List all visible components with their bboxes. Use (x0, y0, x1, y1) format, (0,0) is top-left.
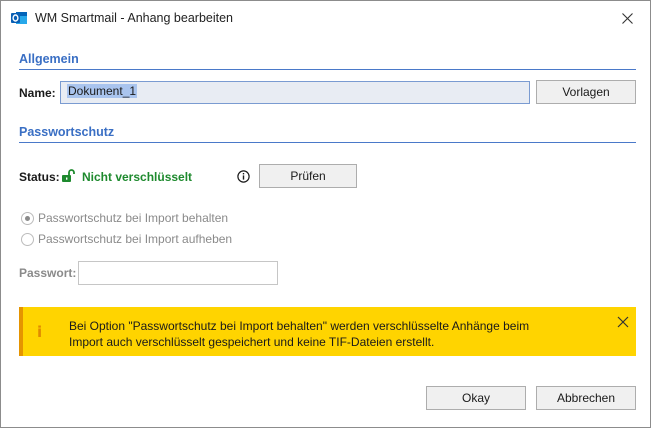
radio-remove-protection-label: Passwortschutz bei Import aufheben (38, 232, 233, 246)
banner-info-icon: i (37, 323, 43, 341)
unlocked-padlock-icon (62, 169, 75, 182)
radio-remove-protection[interactable]: Passwortschutz bei Import aufheben (21, 231, 232, 247)
info-banner: i Bei Option "Passwortschutz bei Import … (19, 307, 636, 356)
dialog-window: WM Smartmail - Anhang bearbeiten Allgeme… (0, 0, 651, 428)
radio-dot (25, 215, 30, 221)
window-title: WM Smartmail - Anhang bearbeiten (35, 11, 234, 25)
password-label: Passwort: (19, 266, 77, 280)
cancel-button[interactable]: Abbrechen (536, 386, 636, 410)
section-divider-password (19, 142, 636, 143)
banner-message-line-2: Import auch verschlüsselt gespeichert un… (69, 335, 435, 349)
outlook-app-icon (11, 12, 27, 24)
password-input[interactable] (78, 261, 278, 285)
name-label: Name: (19, 86, 56, 100)
window-close-button[interactable] (604, 1, 650, 35)
radio-keep-protection-label: Passwortschutz bei Import behalten (38, 211, 229, 225)
okay-button[interactable]: Okay (426, 386, 526, 410)
banner-message-line-1: Bei Option "Passwortschutz bei Import be… (69, 319, 530, 333)
banner-close-icon[interactable] (616, 315, 630, 329)
section-divider-general (19, 69, 636, 70)
section-header-general: Allgemein (19, 52, 79, 66)
section-header-password: Passwortschutz (19, 125, 115, 139)
status-value: Nicht verschlüsselt (82, 170, 193, 184)
title-bar: WM Smartmail - Anhang bearbeiten (1, 1, 650, 35)
radio-button-selected[interactable] (21, 211, 34, 225)
templates-button[interactable]: Vorlagen (536, 80, 636, 104)
radio-button-unselected[interactable] (21, 232, 34, 246)
radio-keep-protection[interactable]: Passwortschutz bei Import behalten (21, 210, 228, 226)
info-circle-icon[interactable] (237, 170, 250, 183)
close-icon (621, 12, 633, 24)
name-input-value: Dokument_1 (67, 84, 138, 98)
status-label: Status: (19, 170, 60, 184)
name-input[interactable]: Dokument_1 (60, 81, 530, 104)
banner-message: Bei Option "Passwortschutz bei Import be… (69, 318, 589, 350)
check-button[interactable]: Prüfen (259, 164, 357, 188)
